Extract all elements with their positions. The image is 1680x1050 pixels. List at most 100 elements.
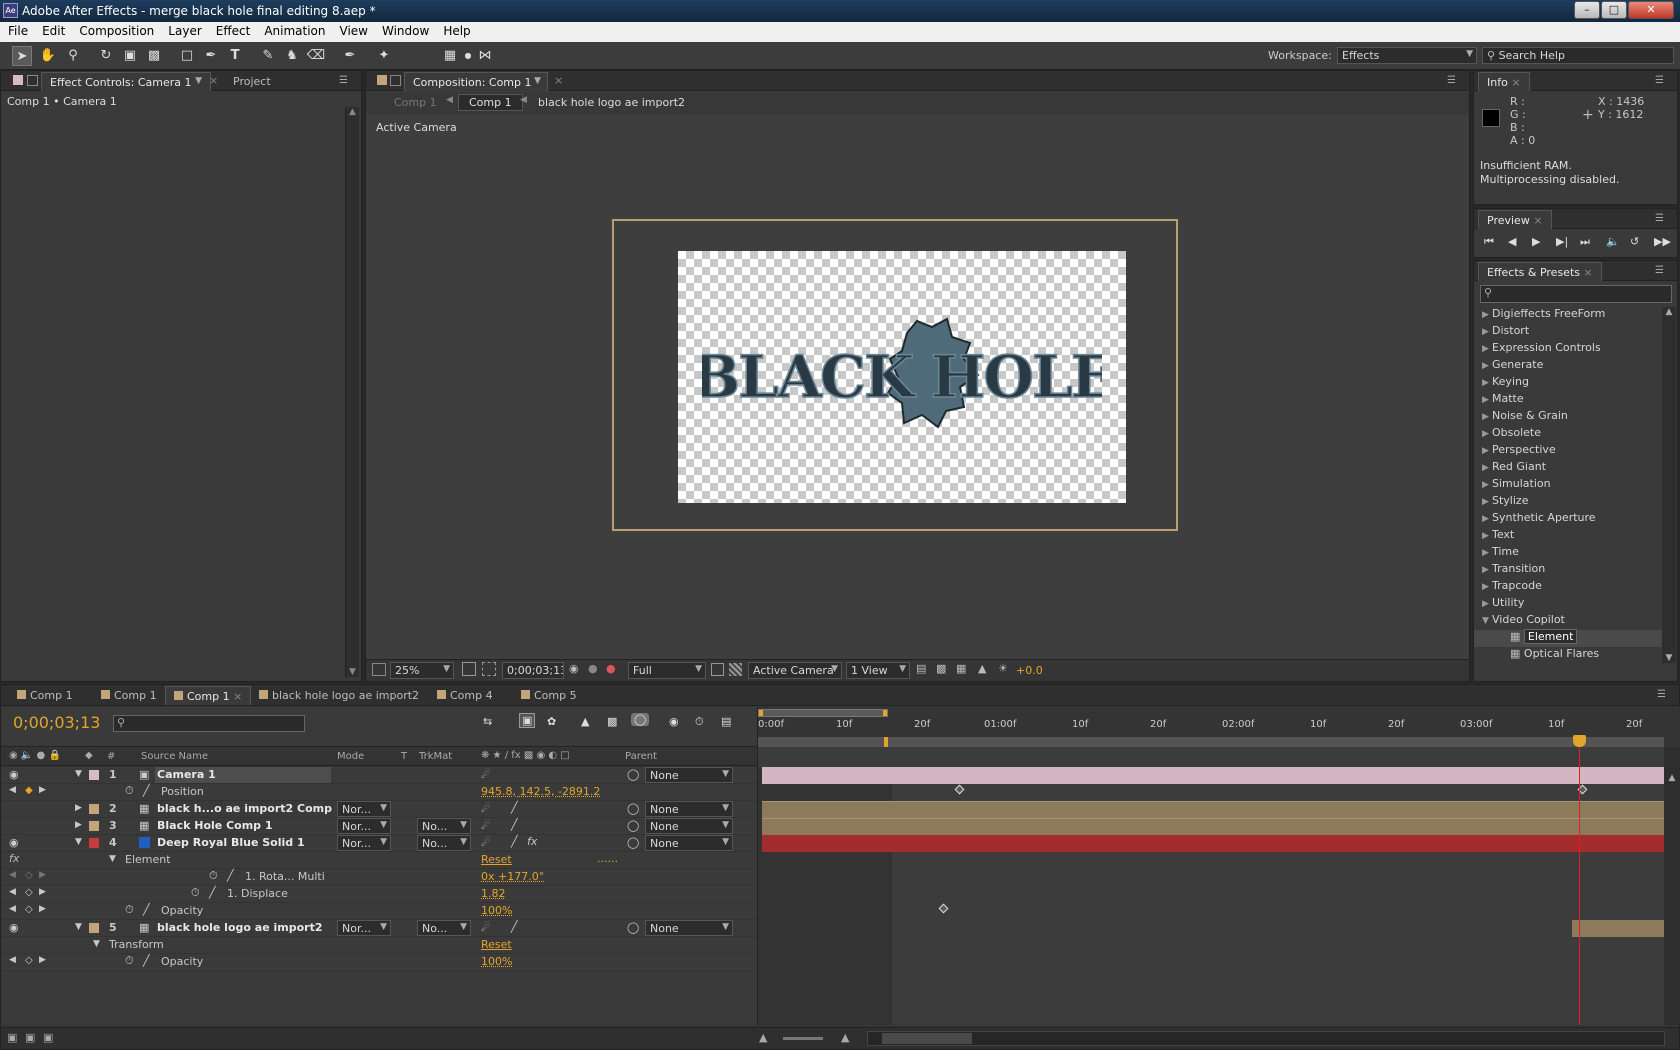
zoom-in-icon[interactable]: ▲ (841, 1031, 849, 1044)
scroll-thumb[interactable] (882, 1033, 972, 1044)
quality-switch-icon[interactable]: ╱ (511, 801, 518, 814)
quality-switch-icon[interactable]: ╱ (511, 818, 518, 831)
expand-arrow-icon[interactable]: ▶ (75, 803, 82, 813)
effect-category-synthetic-aperture[interactable]: ▶ Synthetic Aperture (1482, 511, 1596, 528)
quality-switch-icon[interactable]: ╱ (511, 920, 518, 933)
pan-behind-tool-icon[interactable]: ▩ (144, 46, 164, 66)
resolution-dropdown[interactable]: Full ▼ (628, 662, 706, 679)
collapse-arrow-icon[interactable]: ▼ (75, 769, 82, 779)
loop-icon[interactable]: ↺ (1630, 235, 1639, 248)
panel-menu-icon[interactable]: ☰ (1655, 213, 1671, 224)
pickwhip-icon[interactable]: ◯ (627, 802, 639, 815)
tab-effect-controls[interactable]: Effect Controls: Camera 1 ▼ (41, 72, 211, 91)
effect-category-text[interactable]: ▶ Text (1482, 528, 1514, 545)
blend-mode-dropdown[interactable]: Nor... ▼ (337, 801, 391, 817)
effect-category-distort[interactable]: ▶ Distort (1482, 324, 1529, 341)
layer-search-input[interactable]: ⚲ (113, 715, 305, 732)
layer-label-swatch[interactable] (89, 838, 99, 848)
nav-comp-1-current[interactable]: Comp 1 (458, 94, 523, 111)
parent-dropdown[interactable]: None ▼ (645, 835, 733, 851)
property-row-displace[interactable]: ◀ ◇ ▶ ⏱ ╱ 1. Displace 1.82 (1, 886, 757, 903)
effect-category-perspective[interactable]: ▶ Perspective (1482, 443, 1556, 460)
next-keyframe-icon[interactable]: ▶ (39, 785, 46, 795)
menu-window[interactable]: Window (374, 22, 435, 38)
displace-value[interactable]: 1.82 (481, 887, 506, 900)
effect-category-expression-controls[interactable]: ▶ Expression Controls (1482, 341, 1601, 358)
track-matte-dropdown[interactable]: No... ▼ (417, 818, 471, 834)
menu-file[interactable]: File (0, 22, 34, 38)
layer-row-black-hole-logo-import2[interactable]: ◉ ▼ 5 ▦ black hole logo ae import2 Nor..… (1, 920, 757, 937)
close-tab-icon[interactable]: × (554, 74, 563, 87)
eraser-tool-icon[interactable]: ⌫ (306, 46, 326, 66)
exposure-value[interactable]: +0.0 (1016, 664, 1043, 677)
tab-timeline-comp-1-a[interactable]: Comp 1 (9, 686, 81, 705)
effect-category-simulation[interactable]: ▶ Simulation (1482, 477, 1551, 494)
camera-view-dropdown[interactable]: Active Camera ▼ (748, 662, 842, 679)
track-matte-dropdown[interactable]: No... ▼ (417, 920, 471, 936)
menu-composition[interactable]: Composition (71, 22, 160, 38)
layer-bar-layer-3[interactable] (762, 818, 1664, 835)
tab-timeline-comp-5[interactable]: Comp 5 (513, 686, 585, 705)
layer-label-swatch[interactable] (89, 804, 99, 814)
effect-category-stylize[interactable]: ▶ Stylize (1482, 494, 1528, 511)
keyframe-displace[interactable] (938, 903, 949, 914)
parent-dropdown[interactable]: None ▼ (645, 818, 733, 834)
nav-black-hole-logo[interactable]: black hole logo ae import2 (538, 96, 685, 109)
blend-mode-dropdown[interactable]: Nor... ▼ (337, 920, 391, 936)
camera-orbit-tool-icon[interactable]: ▣ (120, 46, 140, 66)
parent-dropdown[interactable]: None ▼ (645, 767, 733, 783)
effect-category-video-copilot[interactable]: ▼ Video Copilot (1482, 613, 1565, 630)
play-icon[interactable]: ▶ (1532, 235, 1540, 248)
channels-icon[interactable]: ● (606, 662, 616, 675)
tab-timeline-comp-1-active[interactable]: Comp 1 × (165, 686, 252, 705)
timecode-field[interactable]: 0;00;03;13 (502, 662, 564, 679)
effect-category-red-giant[interactable]: ▶ Red Giant (1482, 460, 1546, 477)
previous-keyframe-icon[interactable]: ◀ (9, 870, 16, 880)
layer-name[interactable]: Camera 1 (155, 767, 331, 783)
puppet-pin-tool-icon[interactable]: ✦ (374, 46, 394, 66)
collapse-arrow-icon[interactable]: ▼ (109, 854, 116, 864)
panel-menu-icon[interactable]: ☰ (339, 75, 355, 86)
collapse-arrow-icon[interactable]: ▼ (93, 939, 100, 949)
source-name-header[interactable]: Source Name (141, 751, 208, 762)
navigator-start-handle[interactable] (759, 710, 763, 716)
opacity-value[interactable]: 100% (481, 904, 512, 917)
expand-arrow-icon[interactable]: ▶ (75, 820, 82, 830)
pickwhip-icon[interactable]: ◯ (627, 921, 639, 934)
magnification-dropdown[interactable]: 25% ▼ (390, 662, 454, 679)
effect-fx-icon[interactable]: fx (9, 852, 19, 865)
frame-blending-icon[interactable]: ▲ (581, 715, 589, 728)
ram-preview-icon[interactable]: ▶▶ (1654, 235, 1671, 248)
expand-in-out-panes-icon[interactable]: ▣ (43, 1031, 53, 1044)
zoom-out-icon[interactable]: ▲ (759, 1031, 767, 1044)
shy-switch-icon[interactable]: ☄ (481, 819, 491, 832)
time-ruler[interactable]: 0:00f 10f 20f 01:00f 10f 20f 02:00f 10f … (758, 707, 1680, 747)
layer-row-black-hole-import-comp[interactable]: ▶ 2 ▦ black h...o ae import2 Comp 1 Nor.… (1, 801, 757, 818)
add-keyframe-icon[interactable]: ◇ (25, 870, 33, 881)
add-keyframe-icon[interactable]: ◇ (25, 904, 33, 915)
panel-menu-icon[interactable]: ☰ (1447, 75, 1463, 86)
time-navigator[interactable] (758, 709, 888, 717)
layer-row-deep-royal-blue-solid[interactable]: ◉ ▼ 4 Deep Royal Blue Solid 1 Nor... ▼ No… (1, 835, 757, 852)
pixel-aspect-icon[interactable]: ▤ (916, 662, 926, 675)
current-time-display[interactable]: 0;00;03;13 (13, 713, 100, 732)
brainstorm-icon[interactable]: ◯ (631, 713, 650, 726)
layer-name[interactable]: Deep Royal Blue Solid 1 (157, 836, 305, 849)
effect-category-time[interactable]: ▶ Time (1482, 545, 1519, 562)
pickwhip-icon[interactable]: ◯ (627, 836, 639, 849)
tab-preview[interactable]: Preview × (1478, 210, 1552, 229)
expand-layer-switches-icon[interactable]: ▣ (7, 1031, 17, 1044)
parent-dropdown[interactable]: None ▼ (645, 801, 733, 817)
previous-keyframe-icon[interactable]: ◀ (9, 955, 16, 965)
menu-animation[interactable]: Animation (256, 22, 331, 38)
show-snapshot-icon[interactable]: ● (588, 662, 598, 675)
collapse-arrow-icon[interactable]: ▼ (75, 922, 82, 932)
shy-switch-icon[interactable]: ☄ (481, 836, 491, 849)
layer-name[interactable]: black hole logo ae import2 (157, 921, 322, 934)
menu-view[interactable]: View (332, 22, 374, 38)
cti-head[interactable] (1573, 735, 1586, 747)
hand-tool-icon[interactable]: ✋ (38, 46, 58, 66)
next-keyframe-icon[interactable]: ▶ (39, 887, 46, 897)
pickwhip-icon[interactable]: ◯ (627, 768, 639, 781)
previous-frame-icon[interactable]: ◀ (1508, 235, 1516, 248)
